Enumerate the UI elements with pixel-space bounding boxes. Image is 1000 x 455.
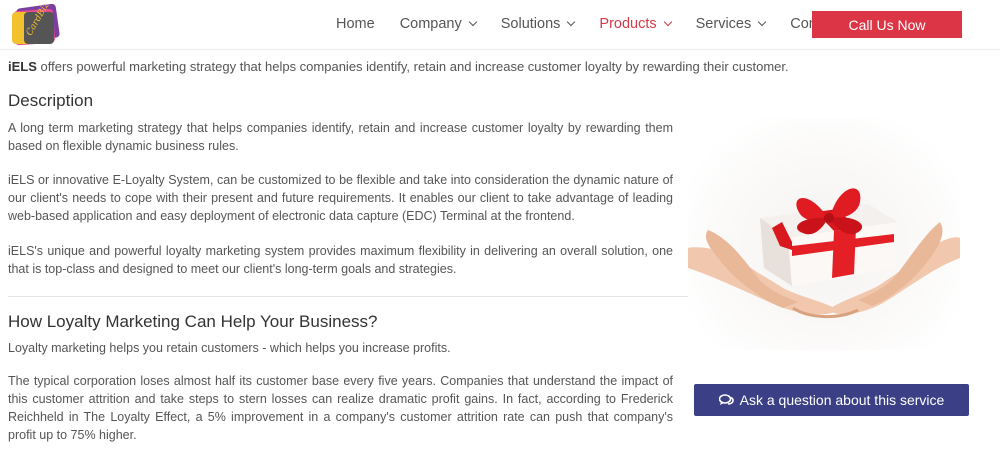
description-paragraph: iELS or innovative E-Loyalty System, can… <box>8 173 673 223</box>
description-paragraph: iELS's unique and powerful loyalty marke… <box>8 244 673 276</box>
site-header: CardBiz Home Company Solutions Products … <box>0 0 1000 50</box>
ask-question-button[interactable]: Ask a question about this service <box>694 384 969 416</box>
comments-icon <box>718 393 734 405</box>
loyalty-paragraph: Loyalty marketing helps you retain custo… <box>8 341 451 355</box>
intro-text: iELS offers powerful marketing strategy … <box>8 59 789 74</box>
gift-in-hands-image <box>688 118 960 350</box>
nav-company[interactable]: Company <box>400 16 477 32</box>
nav-solutions[interactable]: Solutions <box>501 16 576 32</box>
chevron-down-icon <box>567 17 576 27</box>
loyalty-paragraph: The typical corporation loses almost hal… <box>8 374 673 442</box>
chevron-down-icon <box>663 17 672 27</box>
description-heading: Description <box>8 91 94 110</box>
chevron-down-icon <box>758 17 767 27</box>
call-us-now-button[interactable]: Call Us Now <box>812 11 962 38</box>
loyalty-heading: How Loyalty Marketing Can Help Your Busi… <box>8 312 378 331</box>
description-paragraph: A long term marketing strategy that help… <box>8 121 673 153</box>
nav-products[interactable]: Products <box>599 16 672 32</box>
nav-home[interactable]: Home <box>336 16 375 32</box>
chevron-down-icon <box>468 17 477 27</box>
nav-services[interactable]: Services <box>696 16 767 32</box>
cardbiz-logo[interactable]: CardBiz <box>10 1 66 46</box>
main-nav: Home Company Solutions Products Services… <box>336 0 887 48</box>
ask-question-label: Ask a question about this service <box>739 392 945 408</box>
section-divider <box>8 296 688 297</box>
